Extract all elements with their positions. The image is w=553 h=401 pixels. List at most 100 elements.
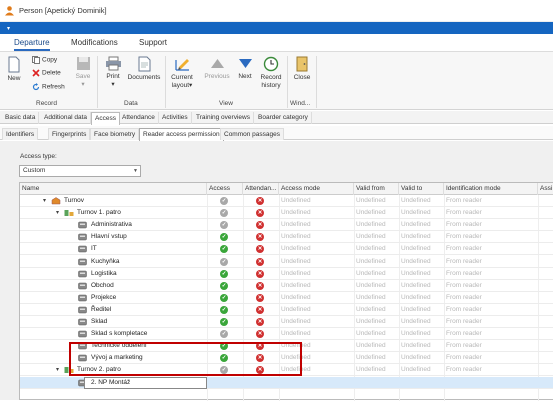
chevron-down-icon[interactable]: ▼ [133,166,138,176]
valid-to-cell[interactable]: Undefined [399,231,431,243]
access-mode-cell[interactable]: Undefined [279,231,311,243]
save-dropdown-icon[interactable]: ▾ [81,81,84,88]
valid-to-cell[interactable]: Undefined [399,292,431,304]
identification-mode-cell[interactable]: From reader [444,207,482,219]
reader-row[interactable]: Kuchyňka ✓ ✕ Undefined Undefined Undefined Fro… [20,256,553,268]
valid-to-cell[interactable]: Undefined [399,243,431,255]
attendance-denied-icon[interactable]: ✕ [256,293,264,302]
access-granted-icon[interactable]: ✓ [220,281,228,290]
access-mode-cell[interactable]: Undefined [279,219,311,231]
tab-training-overviews[interactable]: Training overviews [193,112,254,124]
reader-row[interactable]: Obchod ✓ ✕ Undefined Undefined Undefined From … [20,280,553,292]
tab-access[interactable]: Access [91,112,120,125]
column-access-mode[interactable]: Access mode [279,183,354,195]
identification-mode-cell[interactable]: From reader [444,219,482,231]
tab-departure[interactable]: Departure [14,38,50,51]
valid-from-cell[interactable]: Undefined [354,316,386,328]
attendance-denied-icon[interactable]: ✕ [256,269,264,278]
access-granted-icon[interactable]: ✓ [220,305,228,314]
valid-from-cell[interactable]: Undefined [354,243,386,255]
column-attendance[interactable]: Attendan... [243,183,279,195]
tab-identifiers[interactable]: Identifiers [2,128,39,140]
access-mode-cell[interactable]: Undefined [279,328,311,340]
reader-row[interactable]: Logistika ✓ ✕ Undefined Undefined Undefined Fr… [20,268,553,280]
valid-from-cell[interactable]: Undefined [354,328,386,340]
next-button[interactable]: Next [234,56,256,81]
attendance-denied-icon[interactable]: ✕ [256,245,264,254]
valid-to-cell[interactable]: Undefined [399,207,431,219]
attendance-denied-icon[interactable]: ✕ [256,209,264,218]
reader-row[interactable]: Sklad s kompletace ✓ ✕ Undefined Undefined Un… [20,328,553,341]
access-inherited-icon[interactable]: ✓ [220,209,228,218]
access-mode-cell[interactable]: Undefined [279,280,311,292]
identification-mode-cell[interactable]: From reader [444,352,482,364]
access-granted-icon[interactable]: ✓ [220,318,228,326]
access-mode-cell[interactable]: Undefined [279,256,311,268]
valid-to-cell[interactable]: Undefined [399,256,431,268]
access-mode-cell[interactable]: Undefined [279,292,311,304]
tab-additional-data[interactable]: Additional data [41,112,92,124]
attendance-denied-icon[interactable]: ✕ [256,233,264,242]
attendance-denied-icon[interactable]: ✕ [256,281,264,290]
valid-from-cell[interactable]: Undefined [354,231,386,243]
group-row[interactable]: ▾ Turnov ✓ ✕ Undefined Undefined Undefined From… [20,195,553,207]
identification-mode-cell[interactable]: From reader [444,195,482,207]
column-assigned[interactable]: Assi [538,183,553,195]
access-inherited-icon[interactable]: ✓ [220,257,228,266]
valid-to-cell[interactable]: Undefined [399,352,431,364]
expand-toggle-icon[interactable]: ▾ [56,366,59,373]
save-button[interactable]: Save ▾ [73,56,93,89]
valid-to-cell[interactable]: Undefined [399,219,431,231]
current-layout-button[interactable]: Current layout▾ [167,56,197,90]
print-button[interactable]: Print ▾ [103,56,123,89]
valid-to-cell[interactable]: Undefined [399,340,431,352]
print-dropdown-icon[interactable]: ▾ [111,81,114,88]
valid-from-cell[interactable]: Undefined [354,207,386,219]
valid-to-cell[interactable]: Undefined [399,316,431,328]
tab-attendance[interactable]: Attendance [119,112,159,124]
valid-from-cell[interactable]: Undefined [354,280,386,292]
tab-boarder-category[interactable]: Boarder category [255,112,312,124]
valid-to-cell[interactable]: Undefined [399,195,431,207]
identification-mode-cell[interactable]: From reader [444,280,482,292]
tab-modifications[interactable]: Modifications [71,38,118,47]
access-granted-icon[interactable]: ✓ [220,245,228,254]
valid-from-cell[interactable]: Undefined [354,256,386,268]
column-access[interactable]: Access [207,183,243,195]
identification-mode-cell[interactable]: From reader [444,328,482,340]
close-button[interactable]: Close [291,56,313,82]
attendance-denied-icon[interactable]: ✕ [256,257,264,266]
access-type-combo[interactable]: Custom ▼ [19,165,141,177]
attendance-denied-icon[interactable]: ✕ [256,330,264,339]
reader-row[interactable]: 2. NP Montáž [20,376,553,389]
identification-mode-cell[interactable]: From reader [444,304,482,316]
valid-from-cell[interactable]: Undefined [354,364,386,376]
valid-from-cell[interactable]: Undefined [354,219,386,231]
layout-dropdown-icon[interactable]: ▾ [189,82,192,89]
column-valid-to[interactable]: Valid to [399,183,444,195]
identification-mode-cell[interactable]: From reader [444,268,482,280]
access-mode-cell[interactable]: Undefined [279,304,311,316]
column-name[interactable]: Name [20,183,207,195]
access-granted-icon[interactable]: ✓ [220,269,228,278]
access-mode-cell[interactable]: Undefined [279,207,311,219]
tab-basic-data[interactable]: Basic data [2,112,40,124]
identification-mode-cell[interactable]: From reader [444,340,482,352]
documents-button[interactable]: Documents [127,56,161,82]
tab-reader-access-permission[interactable]: Reader access permission [139,128,224,141]
access-mode-cell[interactable]: Undefined [279,195,311,207]
expand-toggle-icon[interactable]: ▾ [56,209,59,216]
tab-common-passages[interactable]: Common passages [220,128,284,140]
reader-row[interactable]: IT ✓ ✕ Undefined Undefined Undefined From read… [20,243,553,256]
group-row[interactable]: ▾ Turnov 1. patro ✓ ✕ Undefined Undefined Unde… [20,207,553,220]
access-mode-cell[interactable]: Undefined [279,316,311,328]
access-mode-cell[interactable]: Undefined [279,243,311,255]
delete-button[interactable]: Delete [32,69,61,77]
valid-to-cell[interactable]: Undefined [399,328,431,340]
valid-from-cell[interactable]: Undefined [354,268,386,280]
attendance-denied-icon[interactable]: ✕ [256,305,264,314]
expand-toggle-icon[interactable]: ▾ [43,197,46,204]
access-granted-icon[interactable]: ✓ [220,293,228,302]
record-history-button[interactable]: Record history [258,56,284,90]
tab-activities[interactable]: Activities [159,112,192,124]
